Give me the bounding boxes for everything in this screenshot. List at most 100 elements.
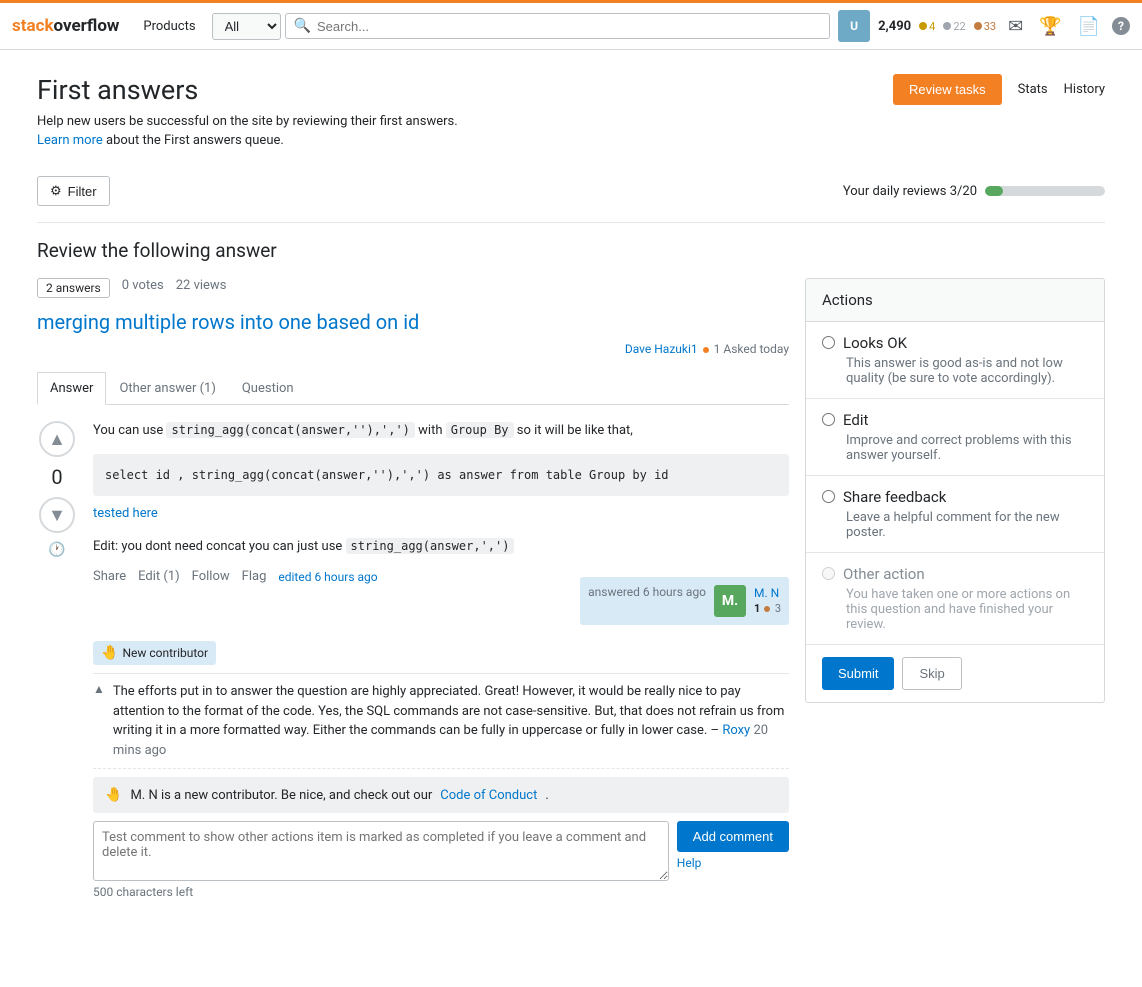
question-link[interactable]: merging multiple rows into one based on … (37, 310, 789, 334)
question-author: Dave Hazuki1 1 Asked today (37, 342, 789, 356)
topbar: stackoverflow Products All 🔍 U 2,490 4 2… (0, 0, 1142, 50)
share-link[interactable]: Share (93, 569, 126, 584)
help-button[interactable]: ? (1112, 17, 1130, 35)
filter-row: ⚙ Filter Your daily reviews 3/20 (37, 176, 1105, 223)
answered-when-text: answered 6 hours ago (588, 585, 706, 599)
actions-footer: Submit Skip (806, 645, 1104, 702)
page-header: First answers Help new users be successf… (37, 74, 1105, 152)
answerer-rep: 1 (754, 602, 760, 615)
add-comment-row: Add comment Help (93, 821, 789, 881)
chars-left: 500 characters left (93, 885, 789, 899)
answerer-name-link[interactable]: M. N (754, 586, 779, 600)
avatar[interactable]: U (838, 10, 870, 42)
daily-reviews: Your daily reviews 3/20 (843, 184, 1105, 199)
views-count: 22 views (176, 278, 227, 298)
filter-label: Filter (68, 184, 97, 199)
actions-header: Actions (806, 279, 1104, 322)
user-reputation: 2,490 (878, 19, 911, 34)
answer-text-before1: You can use (93, 423, 166, 438)
comment-text: The efforts put in to answer the questio… (113, 682, 789, 760)
comment-vote-up[interactable]: ▲ (93, 682, 105, 760)
vote-column: ▲ 0 ▼ 🕐 (37, 421, 77, 899)
comment-input[interactable] (93, 821, 669, 881)
edit-radio[interactable] (822, 413, 835, 426)
submit-button[interactable]: Submit (822, 657, 894, 690)
answer-box: ▲ 0 ▼ 🕐 You can use string_agg(concat(an… (37, 421, 789, 899)
code-of-conduct-link[interactable]: Code of Conduct (440, 788, 537, 803)
question-meta: 2 answers 0 votes 22 views (37, 278, 789, 298)
answer-text: You can use string_agg(concat(answer,'')… (93, 421, 789, 442)
inline-code-3: string_agg(answer,',') (346, 538, 515, 554)
answer-tabs: Answer Other answer (1) Question (37, 372, 789, 405)
bronze-badge: 33 (974, 19, 996, 34)
gear-icon: ⚙ (50, 183, 62, 199)
answerer-bronze-dot (764, 606, 770, 612)
learn-more-link[interactable]: Learn more (37, 133, 103, 148)
skip-button[interactable]: Skip (902, 657, 961, 690)
search-container: 🔍 (285, 13, 831, 39)
comment-item: ▲ The efforts put in to answer the quest… (93, 674, 789, 769)
other-action-radio[interactable] (822, 567, 835, 580)
comment-author-link[interactable]: Roxy (722, 723, 750, 738)
upvote-button[interactable]: ▲ (39, 421, 75, 457)
code-block-text: select id , string_agg(concat(answer,'')… (105, 468, 669, 482)
new-contributor-label: New contributor (122, 646, 208, 660)
page-desc-2-text: about the First answers queue. (106, 133, 284, 148)
review-sidebar: Actions Looks OK This answer is good as-… (805, 278, 1105, 915)
page-desc-1: Help new users be successful on the site… (37, 114, 458, 129)
share-feedback-desc: Leave a helpful comment for the new post… (846, 510, 1088, 540)
answer-text-mid2: so it will be like that, (517, 423, 633, 438)
search-scope-select[interactable]: All (212, 13, 281, 40)
site-logo[interactable]: stackoverflow (12, 16, 119, 36)
action-share-feedback: Share feedback Leave a helpful comment f… (806, 476, 1104, 553)
stats-link[interactable]: Stats (1018, 82, 1048, 97)
tab-question[interactable]: Question (229, 372, 307, 404)
edit-link[interactable]: Edit (1) (138, 569, 180, 584)
looks-ok-label: Looks OK (843, 334, 907, 352)
edit-desc: Improve and correct problems with this a… (846, 433, 1088, 463)
tested-here-link[interactable]: tested here (93, 506, 158, 521)
edited-when-link[interactable]: edited 6 hours ago (278, 570, 377, 584)
daily-reviews-label: Your daily reviews 3/20 (843, 184, 977, 199)
products-nav[interactable]: Products (135, 19, 203, 34)
progress-bar-fill (985, 186, 1003, 196)
add-comment-button[interactable]: Add comment (677, 821, 789, 852)
answered-meta: Share Edit (1) Follow Flag edited 6 hour… (93, 569, 789, 625)
answers-badge: 2 answers (37, 278, 110, 298)
silver-badge: 22 (943, 19, 965, 34)
new-contributor-badge: 🤚 New contributor (93, 641, 216, 665)
other-action-label: Other action (843, 565, 925, 583)
action-edit: Edit Improve and correct problems with t… (806, 399, 1104, 476)
search-icon: 🔍 (294, 18, 311, 34)
flag-link[interactable]: Flag (242, 569, 267, 584)
downvote-button[interactable]: ▼ (39, 497, 75, 533)
topbar-right: U 2,490 4 22 33 ✉ 🏆 📄 ? (838, 10, 1130, 42)
help-icon[interactable]: 📄 (1074, 12, 1104, 41)
review-tasks-button[interactable]: Review tasks (893, 74, 1002, 105)
save-button[interactable]: 🕐 (48, 541, 65, 558)
author-link[interactable]: Dave Hazuki1 (625, 342, 698, 356)
looks-ok-radio[interactable] (822, 336, 835, 349)
filter-button[interactable]: ⚙ Filter (37, 176, 110, 206)
comment-actions: Add comment Help (677, 821, 789, 870)
notice-text-before: M. N is a new contributor. Be nice, and … (130, 788, 432, 803)
progress-bar-container (985, 186, 1105, 196)
author-badge-dot (703, 347, 709, 353)
tab-other-answer[interactable]: Other answer (1) (106, 372, 228, 404)
answerer-avatar: M. (714, 585, 746, 617)
asked-when: Asked today (723, 342, 789, 356)
code-block: select id , string_agg(concat(answer,'')… (93, 454, 789, 496)
post-actions: Share Edit (1) Follow Flag edited 6 hour… (93, 569, 378, 584)
tab-answer[interactable]: Answer (37, 372, 106, 405)
inbox-icon[interactable]: ✉ (1004, 12, 1027, 41)
action-other: Other action You have taken one or more … (806, 553, 1104, 645)
achievements-icon[interactable]: 🏆 (1035, 12, 1065, 41)
comment-body: The efforts put in to answer the questio… (113, 684, 785, 738)
history-link[interactable]: History (1064, 82, 1105, 97)
answerer-info: M. N 1 3 (754, 586, 781, 616)
follow-link[interactable]: Follow (192, 569, 230, 584)
inline-code-1: string_agg(concat(answer,''),',') (166, 422, 414, 438)
share-feedback-radio[interactable] (822, 490, 835, 503)
comment-help-link[interactable]: Help (677, 856, 789, 870)
search-input[interactable] (317, 19, 821, 34)
